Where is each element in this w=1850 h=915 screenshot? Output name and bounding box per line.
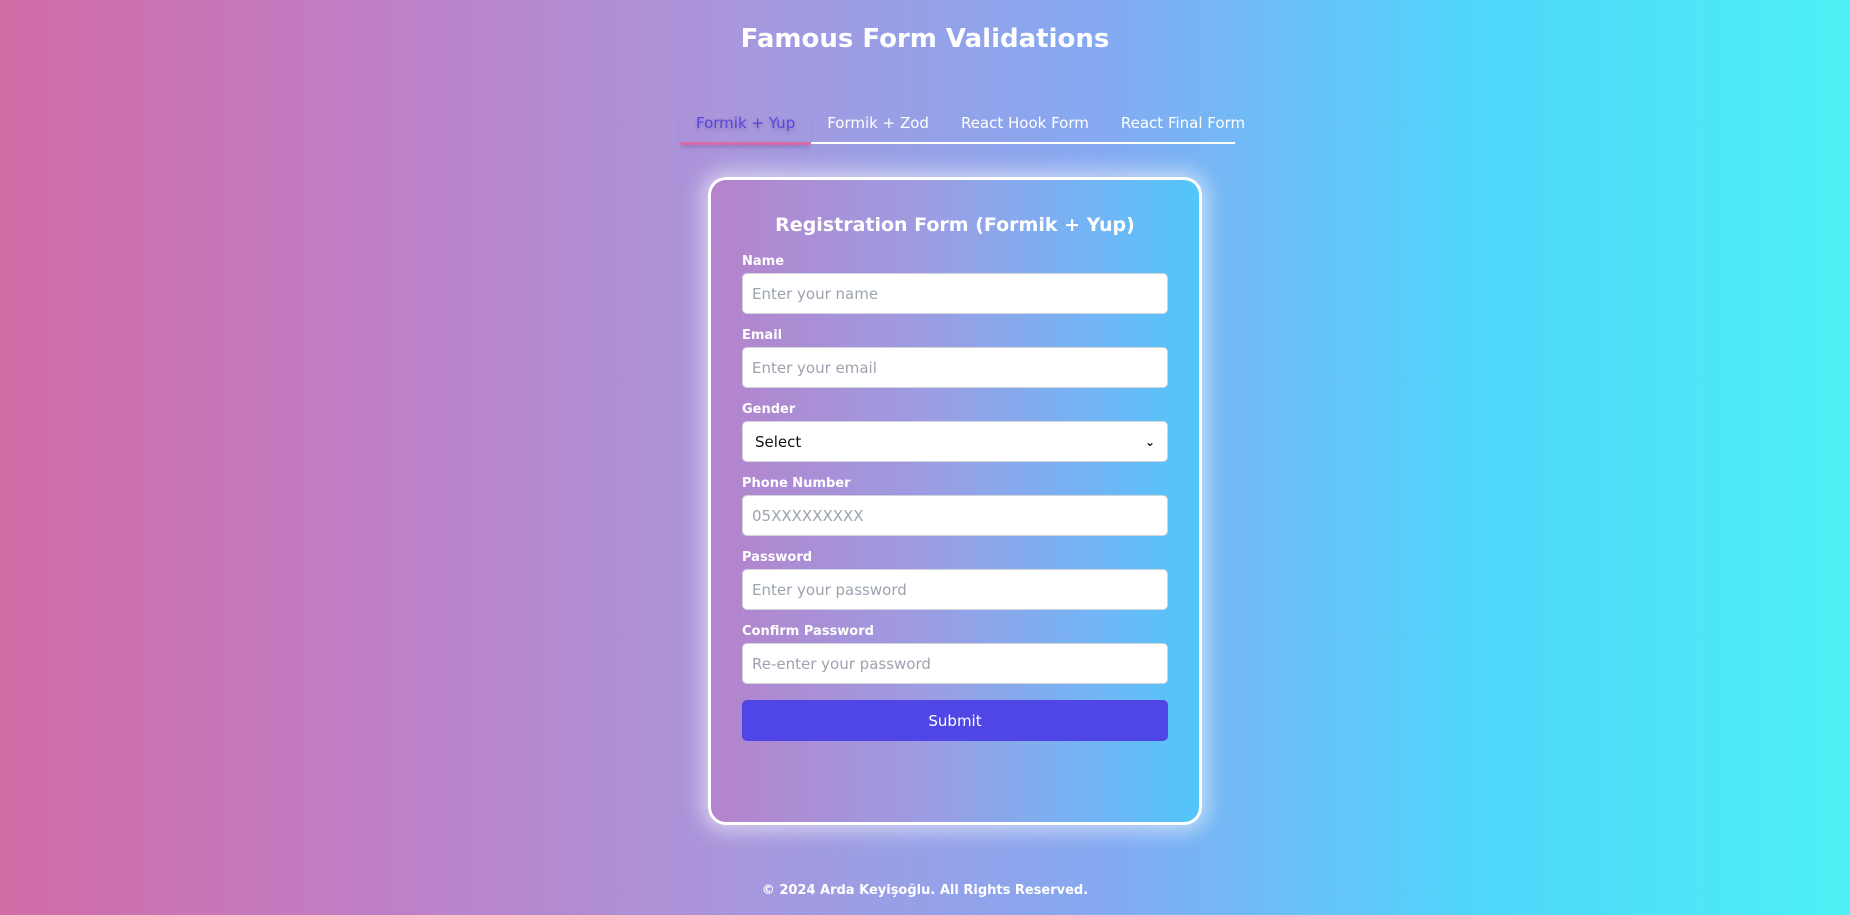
name-field-group: Name [742,254,1168,314]
chevron-down-icon: ⌄ [1144,434,1155,449]
gender-select[interactable]: Select ⌄ [742,421,1168,462]
confirm-password-input[interactable] [742,643,1168,684]
phone-input[interactable] [742,495,1168,536]
name-label: Name [742,254,785,269]
confirm-password-label: Confirm Password [742,624,874,639]
email-input[interactable] [742,347,1168,388]
tab-bar: Formik + Yup Formik + Zod React Hook For… [680,110,1245,145]
gender-selected-value: Select [755,432,802,451]
phone-label: Phone Number [742,476,851,491]
tab-react-hook-form[interactable]: React Hook Form [945,110,1105,142]
footer-copyright: © 2024 Arda Keyişoğlu. All Rights Reserv… [761,883,1089,898]
password-field-group: Password [742,550,1168,610]
password-label: Password [742,550,813,565]
phone-field-group: Phone Number [742,476,1168,536]
tab-formik-yup[interactable]: Formik + Yup [680,110,812,145]
email-label: Email [742,328,783,343]
gender-field-group: Gender Select ⌄ [742,402,1168,462]
email-field-group: Email [742,328,1168,388]
registration-form: Registration Form (Formik + Yup) Name Em… [708,177,1202,825]
page-title: Famous Form Validations [740,24,1110,54]
password-input[interactable] [742,569,1168,610]
confirm-password-field-group: Confirm Password [742,624,1168,684]
submit-button[interactable]: Submit [742,700,1168,741]
form-title: Registration Form (Formik + Yup) [775,214,1135,236]
tab-formik-zod[interactable]: Formik + Zod [811,110,945,142]
gender-label: Gender [742,402,796,417]
tab-react-final-form[interactable]: React Final Form [1105,110,1261,142]
name-input[interactable] [742,273,1168,314]
